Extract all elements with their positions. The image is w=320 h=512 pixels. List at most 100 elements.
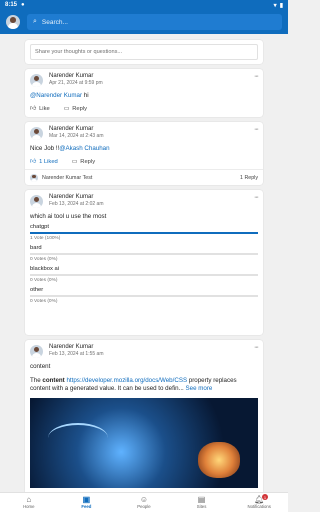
more-options-icon[interactable]: ··· <box>254 194 259 201</box>
search-placeholder: Search... <box>41 18 68 26</box>
author-name[interactable]: Narender Kumar <box>49 344 103 350</box>
thumbs-up-filled-icon: 👍︎ <box>30 159 37 165</box>
poll-progress-fill <box>30 232 258 234</box>
status-app-icon: ● <box>21 2 25 8</box>
post-text: The <box>30 377 43 384</box>
profile-avatar[interactable] <box>6 15 20 29</box>
brain-graphic <box>198 441 240 478</box>
search-icon: ⌕ <box>33 18 37 25</box>
bottom-navigation: ⌂ Home ▣ Feed ☺ People ▤ Sites 🔔︎ Notifications 1 <box>0 492 288 512</box>
poll-vote-count: 0 Votes (0%) <box>30 299 58 304</box>
poll-option-label: other <box>30 287 44 293</box>
nav-label: Sites <box>196 504 207 509</box>
author-name[interactable]: Narender Kumar <box>49 73 103 79</box>
sites-icon: ▤ <box>197 495 206 504</box>
poll-option[interactable]: other 0 Votes (0%) <box>30 287 258 304</box>
wifi-icon: ▾ <box>273 2 277 9</box>
home-icon: ⌂ <box>26 495 32 504</box>
nav-label: Notifications <box>247 504 271 509</box>
more-options-icon[interactable]: ··· <box>254 73 259 80</box>
compose-placeholder: Share your thoughts or questions... <box>35 49 123 55</box>
nav-item-people[interactable]: ☺ People <box>115 493 173 512</box>
robot-hand-graphic <box>48 422 108 453</box>
nav-item-sites[interactable]: ▤ Sites <box>173 493 231 512</box>
more-options-icon[interactable]: ··· <box>254 344 259 351</box>
poll-vote-count: 0 Votes (0%) <box>30 257 58 262</box>
poll-option[interactable]: chatgpt 1 Vote (100%) <box>30 224 258 241</box>
thumbs-up-icon: 👍︎ <box>30 106 37 112</box>
post-date: Apr 21, 2024 at 9:59 pm <box>49 80 103 86</box>
compose-input[interactable]: Share your thoughts or questions... <box>30 44 258 60</box>
like-label: Like <box>39 106 50 112</box>
reply-text: Test <box>82 175 93 181</box>
reply-icon: ▭ <box>71 158 78 165</box>
post-text: hi <box>82 92 89 99</box>
more-options-icon[interactable]: ··· <box>254 126 259 133</box>
post-bold-text: content <box>42 377 65 384</box>
reply-icon: ▭ <box>63 105 70 112</box>
poll-vote-count: 0 Votes (0%) <box>30 278 58 283</box>
reply-label: Reply <box>80 158 96 165</box>
top-app-bar: ⌕ Search... <box>0 10 288 34</box>
post-date: Feb 13, 2024 at 1:55 am <box>49 351 104 357</box>
like-count: 1 <box>39 159 43 165</box>
post-body: Nice Job !!@Akash Chauhan <box>30 145 258 152</box>
reply-preview[interactable]: Narender Kumar Test 1 Reply <box>25 170 263 186</box>
post-title: content <box>30 363 51 370</box>
compose-card: Share your thoughts or questions... <box>25 40 263 64</box>
reply-author: Narender Kumar <box>42 175 82 181</box>
status-time: 8:15 <box>5 2 18 8</box>
poll-option-label: chatgpt <box>30 224 50 230</box>
nav-label: People <box>137 504 151 509</box>
nav-item-feed[interactable]: ▣ Feed <box>58 493 116 512</box>
reply-author-avatar <box>30 174 38 182</box>
search-input[interactable]: ⌕ Search... <box>27 14 282 30</box>
battery-icon: ▮ <box>279 2 283 9</box>
status-bar: 8:15 ● ▾ ▮ <box>0 0 288 10</box>
post-link[interactable]: https://developer.mozilla.org/docs/Web/C… <box>66 377 187 384</box>
post-body: @Narender Kumar hi <box>30 92 258 99</box>
author-name[interactable]: Narender Kumar <box>49 126 103 132</box>
nav-label: Feed <box>81 504 92 509</box>
poll-post-card: Narender Kumar Feb 13, 2024 at 2:02 am ·… <box>25 190 263 335</box>
nav-item-notifications[interactable]: 🔔︎ Notifications 1 <box>230 493 288 512</box>
poll-option-label: blackbox ai <box>30 266 60 272</box>
feed-list: Share your thoughts or questions... Nare… <box>25 40 263 505</box>
post-date: Mar 14, 2024 at 2:43 am <box>49 133 104 139</box>
post-image[interactable] <box>30 397 258 488</box>
post-card: Narender Kumar Apr 21, 2024 at 9:59 pm ·… <box>25 69 263 117</box>
people-icon: ☺ <box>139 495 149 504</box>
poll-option[interactable]: blackbox ai 0 Votes (0%) <box>30 266 258 283</box>
poll-progress-bar <box>30 253 258 255</box>
poll-option-label: bard <box>30 245 42 251</box>
author-name[interactable]: Narender Kumar <box>49 194 103 200</box>
mention-link[interactable]: @Akash Chauhan <box>59 145 109 152</box>
poll-progress-bar <box>30 295 258 297</box>
poll-vote-count: 1 Vote (100%) <box>30 236 61 241</box>
reply-count[interactable]: 1 Reply <box>240 175 258 181</box>
post-body: The content https://developer.mozilla.or… <box>30 377 258 394</box>
like-button[interactable]: 👍︎ Like <box>30 105 50 112</box>
like-label: Liked <box>43 159 58 165</box>
see-more-link[interactable]: See more <box>186 385 213 392</box>
liked-button[interactable]: 👍︎ 1 Liked <box>30 158 58 165</box>
author-avatar[interactable] <box>30 345 43 358</box>
poll-question: which ai tool u use the most <box>30 213 107 220</box>
post-text: Nice Job !! <box>30 145 60 152</box>
mention-link[interactable]: @Narender Kumar <box>30 92 82 99</box>
post-card: Narender Kumar Feb 13, 2024 at 1:55 am ·… <box>25 340 263 500</box>
reply-button[interactable]: ▭ Reply <box>64 106 87 112</box>
author-avatar[interactable] <box>30 127 43 140</box>
notification-badge: 1 <box>262 494 269 500</box>
poll-progress-bar <box>30 274 258 276</box>
post-date: Feb 13, 2024 at 2:02 am <box>49 201 104 207</box>
nav-label: Home <box>23 504 35 509</box>
author-avatar[interactable] <box>30 195 43 208</box>
poll-progress-bar <box>30 232 258 234</box>
feed-icon: ▣ <box>82 495 91 504</box>
reply-button[interactable]: ▭ Reply <box>72 159 95 165</box>
author-avatar[interactable] <box>30 74 43 87</box>
nav-item-home[interactable]: ⌂ Home <box>0 493 58 512</box>
post-card: Narender Kumar Mar 14, 2024 at 2:43 am ·… <box>25 122 263 185</box>
poll-option[interactable]: bard 0 Votes (0%) <box>30 245 258 262</box>
